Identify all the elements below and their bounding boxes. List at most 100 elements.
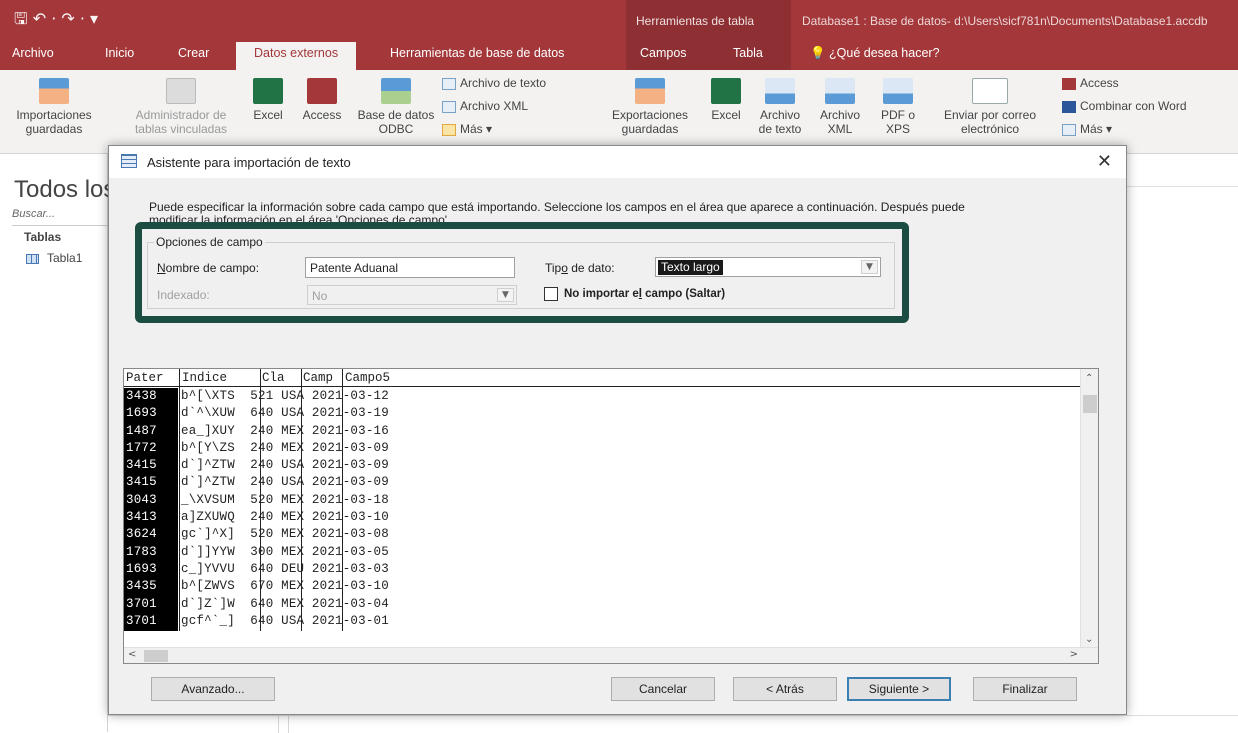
- tab-datos-externos[interactable]: Datos externos: [236, 42, 357, 70]
- import-text-label: Archivo de texto: [460, 76, 547, 90]
- access-icon: [307, 78, 337, 104]
- tab-tabla[interactable]: Tabla: [733, 46, 763, 60]
- vertical-scrollbar[interactable]: ⌃ ⌄: [1080, 369, 1098, 647]
- preview-rows[interactable]: b^[\XTS 521 USA 2021-03-12 d`^\XUW 640 U…: [181, 388, 1081, 631]
- horizontal-scroll-thumb[interactable]: [144, 650, 168, 662]
- nav-section-tables[interactable]: Tablas: [24, 230, 61, 244]
- skip-field-label[interactable]: No importar el campo (Saltar): [564, 288, 725, 300]
- skip-field-checkbox[interactable]: [544, 287, 558, 301]
- column-header-2[interactable]: Indice: [182, 371, 260, 385]
- scroll-up-icon[interactable]: ⌃: [1085, 373, 1093, 384]
- scroll-left-icon[interactable]: <: [128, 649, 136, 660]
- scroll-right-icon[interactable]: >: [1070, 649, 1078, 660]
- data-type-accel: o: [561, 261, 568, 275]
- import-access-button[interactable]: Access: [296, 78, 348, 122]
- scroll-down-icon[interactable]: ⌄: [1085, 634, 1093, 645]
- import-odbc-button[interactable]: Base de datos ODBC: [354, 78, 438, 136]
- column-header-3[interactable]: Cla: [262, 371, 300, 385]
- column-header-5[interactable]: Campo5: [345, 371, 545, 385]
- field-name-input[interactable]: Patente Aduanal: [305, 257, 515, 278]
- nav-item-tabla1[interactable]: Tabla1: [26, 251, 82, 265]
- export-xml-label: Archivo XML: [819, 108, 860, 136]
- odbc-icon: [381, 78, 411, 104]
- more-export-icon: [1062, 123, 1076, 136]
- field-options-legend: Opciones de campo: [154, 235, 265, 249]
- email-icon: [972, 78, 1008, 104]
- export-pdf-button[interactable]: PDF o XPS: [872, 78, 924, 136]
- data-type-select[interactable]: Texto largo ▼: [655, 257, 881, 277]
- column-header-4[interactable]: Camp: [303, 371, 341, 385]
- indexed-value: No: [312, 289, 328, 303]
- word-merge-label: Combinar con Word: [1080, 99, 1187, 113]
- export-more-label: Más ▾: [1080, 122, 1113, 136]
- indexed-chevron-icon: ▼: [497, 288, 514, 302]
- export-access-button[interactable]: Access: [1062, 76, 1119, 90]
- word-merge-button[interactable]: Combinar con Word: [1062, 99, 1187, 113]
- ribbon: Importaciones guardadas Administrador de…: [0, 70, 1238, 154]
- import-excel-button[interactable]: Excel: [246, 78, 290, 122]
- data-type-value: Texto largo: [658, 260, 723, 275]
- field-name-accel: N: [157, 261, 166, 275]
- vertical-scroll-thumb[interactable]: [1083, 395, 1097, 413]
- tell-me-search[interactable]: 💡 ¿Qué desea hacer?: [810, 46, 940, 61]
- export-xml-button[interactable]: Archivo XML: [814, 78, 866, 136]
- field-name-label: Nombre de campo:: [157, 261, 259, 275]
- skip-label-post: campo (Saltar): [641, 288, 726, 300]
- word-icon: [1062, 100, 1076, 113]
- saved-exports-button[interactable]: Exportaciones guardadas: [598, 78, 702, 136]
- indexed-label: Indexado:: [157, 288, 210, 302]
- tab-inicio[interactable]: Inicio: [105, 46, 134, 60]
- window-title: Database1 : Base de datos- d:\Users\sicf…: [802, 14, 1208, 28]
- import-more-button[interactable]: Más ▾: [442, 122, 492, 136]
- cancel-button[interactable]: Cancelar: [611, 677, 715, 701]
- export-text-label: Archivo de texto: [758, 108, 802, 136]
- export-excel-label: Excel: [711, 108, 741, 122]
- dialog-titlebar: Asistente para importación de texto ✕: [109, 146, 1126, 178]
- quick-access-toolbar[interactable]: 🖫 ↶ · ↷ · ▾: [14, 8, 98, 35]
- wizard-icon: [121, 154, 137, 168]
- text-file-icon: [442, 77, 456, 90]
- import-xml-button[interactable]: Archivo XML: [442, 99, 528, 113]
- export-text-button[interactable]: Archivo de texto: [752, 78, 808, 136]
- import-text-file-button[interactable]: Archivo de texto: [442, 76, 546, 90]
- export-more-button[interactable]: Más ▾: [1062, 122, 1112, 136]
- linked-table-label: Administrador de tablas vinculadas: [134, 108, 228, 136]
- grid-header: Pater Indice Cla Camp Campo5: [124, 369, 1084, 387]
- nav-item-label: Tabla1: [47, 251, 83, 265]
- saved-imports-button[interactable]: Importaciones guardadas: [2, 78, 106, 136]
- column-divider[interactable]: [179, 369, 180, 631]
- advanced-button[interactable]: Avanzado...: [151, 677, 275, 701]
- grid-line: [278, 716, 279, 733]
- saved-exports-icon: [635, 78, 665, 104]
- chevron-down-icon[interactable]: ▼: [861, 260, 878, 274]
- grid-line: [288, 716, 289, 733]
- tab-campos[interactable]: Campos: [640, 46, 687, 60]
- nav-title[interactable]: Todos los: [14, 176, 108, 204]
- horizontal-scrollbar[interactable]: < >: [124, 647, 1098, 663]
- saved-exports-label: Exportaciones guardadas: [611, 108, 689, 136]
- close-icon[interactable]: ✕: [1097, 151, 1112, 172]
- tab-archivo[interactable]: Archivo: [12, 46, 54, 60]
- export-excel-button[interactable]: Excel: [706, 78, 746, 122]
- data-type-label-post: de dato:: [567, 261, 615, 275]
- finish-button[interactable]: Finalizar: [973, 677, 1077, 701]
- selected-column-cells[interactable]: 3438 1693 1487 1772 3415 3415 3043 3413 …: [124, 388, 178, 631]
- indexed-select[interactable]: No ▼: [307, 285, 517, 305]
- export-access-icon: [1062, 77, 1076, 90]
- import-more-label: Más ▾: [460, 122, 493, 136]
- back-button[interactable]: < Atrás: [733, 677, 837, 701]
- nav-search-input[interactable]: Buscar...: [12, 208, 108, 226]
- tab-herramientas-bd[interactable]: Herramientas de base de datos: [390, 46, 564, 60]
- linked-table-manager-button[interactable]: Administrador de tablas vinculadas: [118, 78, 244, 136]
- datasheet-background: [108, 715, 1238, 733]
- export-access-label: Access: [1080, 76, 1119, 90]
- ribbon-tabs: Archivo Inicio Crear Datos externos Herr…: [0, 38, 1238, 70]
- dialog-title: Asistente para importación de texto: [147, 155, 351, 170]
- next-button[interactable]: Siguiente >: [847, 677, 951, 701]
- column-header-1[interactable]: Pater: [126, 371, 178, 385]
- email-button[interactable]: Enviar por correo electrónico: [930, 78, 1050, 136]
- data-type-label: Tipo de dato:: [545, 261, 615, 275]
- data-preview-grid[interactable]: Pater Indice Cla Camp Campo5 3438 1693 1…: [123, 368, 1099, 664]
- more-import-icon: [442, 123, 456, 136]
- tab-crear[interactable]: Crear: [178, 46, 209, 60]
